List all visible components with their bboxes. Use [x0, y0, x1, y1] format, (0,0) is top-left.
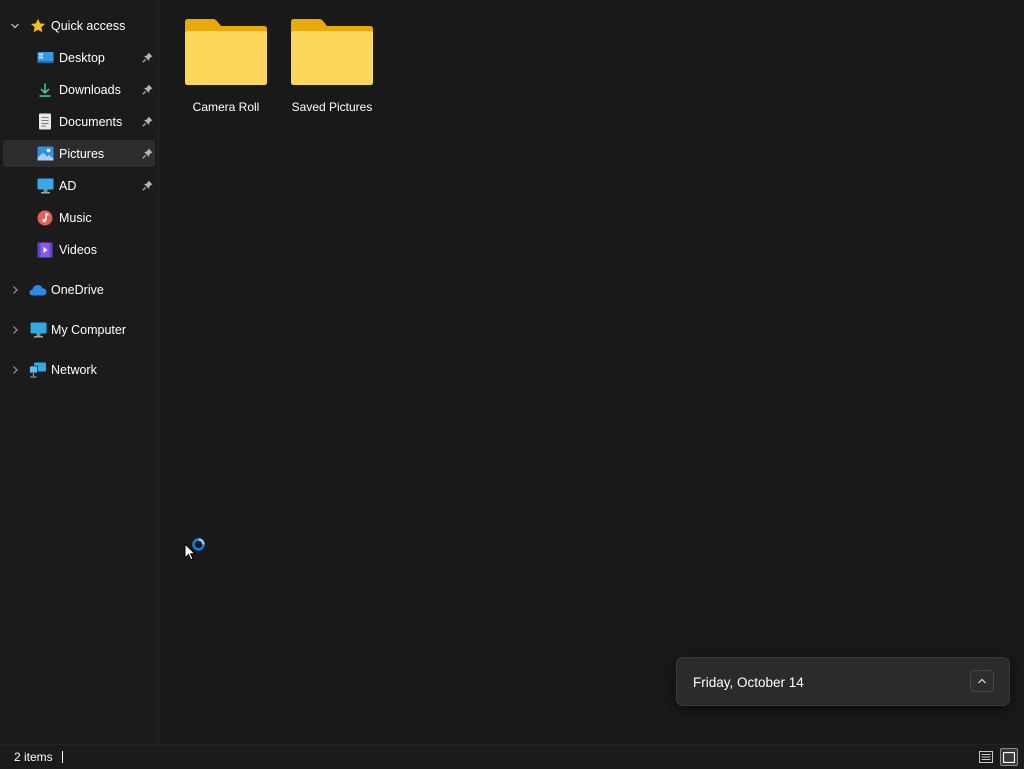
folder-icon	[185, 19, 267, 85]
nav-label-my-computer: My Computer	[51, 322, 127, 337]
pin-icon	[141, 52, 153, 64]
pictures-icon	[36, 145, 54, 163]
downloads-icon	[36, 81, 54, 99]
folder-item-saved-pictures[interactable]: Saved Pictures	[282, 12, 382, 120]
nav-label-ad: AD	[59, 178, 77, 193]
nav-label-downloads: Downloads	[59, 82, 121, 97]
videos-icon	[36, 241, 54, 259]
status-bar: 2 items	[0, 744, 1024, 769]
nav-item-downloads[interactable]: Downloads	[3, 76, 155, 103]
desktop-icon	[36, 49, 54, 67]
file-list-pane[interactable]: Camera Roll Saved Pictures	[159, 0, 1024, 744]
folder-icon	[291, 19, 373, 85]
nav-label-network: Network	[51, 362, 97, 377]
folder-name: Camera Roll	[192, 100, 260, 114]
pin-icon	[141, 148, 153, 160]
nav-label-pictures: Pictures	[59, 146, 105, 161]
nav-label-quick-access: Quick access	[51, 18, 126, 33]
nav-label-onedrive: OneDrive	[51, 282, 104, 297]
documents-icon	[36, 113, 54, 131]
folder-name: Saved Pictures	[291, 100, 373, 114]
status-separator	[62, 751, 63, 763]
chevron-down-icon[interactable]	[10, 21, 20, 31]
nav-label-documents: Documents	[59, 114, 123, 129]
chevron-right-icon[interactable]	[10, 365, 20, 375]
navigation-pane: Quick access Desktop Downloads Documents	[0, 0, 159, 744]
large-icons-view-button[interactable]	[1000, 748, 1018, 766]
pin-icon	[141, 180, 153, 192]
large-icons-view-icon	[1003, 751, 1015, 763]
chevron-right-icon[interactable]	[10, 325, 20, 335]
nav-item-music[interactable]: Music	[3, 204, 155, 231]
nav-item-quick-access[interactable]: Quick access	[3, 12, 155, 39]
pin-icon	[141, 84, 153, 96]
nav-item-videos[interactable]: Videos	[3, 236, 155, 263]
expand-calendar-button[interactable]	[970, 670, 994, 692]
pin-icon	[141, 116, 153, 128]
calendar-flyout[interactable]: Friday, October 14	[676, 657, 1010, 706]
chevron-up-icon	[978, 678, 986, 684]
nav-label-desktop: Desktop	[59, 50, 105, 65]
nav-item-network[interactable]: Network	[3, 356, 155, 383]
monitor-icon	[36, 177, 54, 195]
star-icon	[29, 17, 47, 35]
nav-label-videos: Videos	[59, 242, 97, 257]
date-label: Friday, October 14	[693, 675, 804, 690]
busy-spinner-icon	[191, 537, 206, 555]
folder-item-camera-roll[interactable]: Camera Roll	[176, 12, 276, 120]
nav-item-documents[interactable]: Documents	[3, 108, 155, 135]
nav-item-my-computer[interactable]: My Computer	[3, 316, 155, 343]
details-view-icon	[979, 751, 993, 763]
chevron-right-icon[interactable]	[10, 285, 20, 295]
details-view-button[interactable]	[977, 748, 995, 766]
nav-label-music: Music	[59, 210, 92, 225]
nav-item-pictures[interactable]: Pictures	[3, 140, 155, 167]
nav-item-onedrive[interactable]: OneDrive	[3, 276, 155, 303]
nav-item-desktop[interactable]: Desktop	[3, 44, 155, 71]
nav-item-ad[interactable]: AD	[3, 172, 155, 199]
onedrive-cloud-icon	[29, 281, 47, 299]
music-icon	[36, 209, 54, 227]
network-icon	[29, 361, 47, 379]
computer-icon	[29, 321, 47, 339]
item-count: 2 items	[14, 750, 53, 764]
